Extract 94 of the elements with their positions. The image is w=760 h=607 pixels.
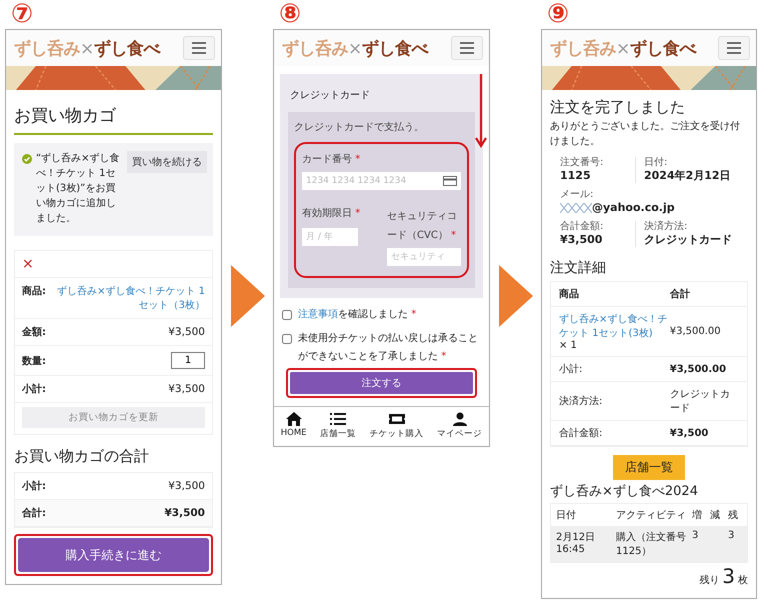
quantity-field[interactable]: 1 xyxy=(171,352,205,369)
column-header: 日付 xyxy=(556,509,577,522)
site-logo: ずし呑み×ずし食べ xyxy=(550,38,696,60)
ticket-title: ずし呑み×ずし食べ2024 xyxy=(550,483,699,501)
detail-label: 合計金額: xyxy=(560,221,604,233)
cvc-field[interactable]: セキュリティ xyxy=(387,248,461,266)
column-header: アクティビティ xyxy=(616,509,687,522)
triangle-arrow-icon xyxy=(230,265,264,327)
detail-value: ¥3,500 xyxy=(560,233,604,247)
place-order-button[interactable]: 注文する xyxy=(290,372,473,394)
table-cell-text: 購入（注文番号1125） xyxy=(616,530,687,558)
row-label: 合計: xyxy=(22,506,46,520)
detail-label: 注文番号: xyxy=(560,157,604,169)
product-link[interactable]: ずし呑み×ずし食べ！チケット 1セット（3枚） xyxy=(52,284,205,312)
list-icon xyxy=(330,412,346,426)
remove-button[interactable]: × xyxy=(22,257,34,271)
row-label: 決済方法: xyxy=(559,394,604,408)
expiry-field[interactable]: 月 / 年 xyxy=(302,228,358,246)
user-icon xyxy=(452,412,468,426)
remaining-count: 残り 3 枚 xyxy=(699,565,748,590)
step-number: ⑨ xyxy=(546,0,570,29)
row-value: ¥3,500 xyxy=(168,383,205,395)
page-title: 注文を完了しました xyxy=(550,97,686,118)
row-label: 合計金額: xyxy=(559,426,604,440)
thanks-message: ありがとうございました。ご注文を受け付けました。 xyxy=(550,120,741,149)
site-logo: ずし呑み×ずし食べ xyxy=(282,38,428,60)
column-header: 商品 xyxy=(559,287,580,301)
table-cell-text: ¥3,500.00 xyxy=(670,364,728,374)
menu-icon xyxy=(726,42,742,54)
menu-button[interactable] xyxy=(718,36,750,60)
product-link[interactable]: ずし呑み×ずし食べ！チケット 1セット(3枚) xyxy=(559,312,670,340)
card-number-field[interactable]: 1234 1234 1234 1234 xyxy=(302,172,461,190)
menu-button[interactable] xyxy=(183,36,215,60)
row-value: ¥3,500 xyxy=(164,507,205,519)
credit-card-icon xyxy=(443,176,457,186)
row-label: 小計: xyxy=(22,382,46,396)
detail-value: 2024年2月12日 xyxy=(644,169,731,183)
table-cell-text: 3 xyxy=(692,530,700,543)
row-label: 商品: xyxy=(22,284,46,298)
row-value: ¥3,500 xyxy=(168,326,205,338)
continue-shopping-button[interactable]: 買い物を続ける xyxy=(127,151,207,173)
check-icon xyxy=(22,154,32,164)
notice-link[interactable]: 注意事項 xyxy=(298,309,338,320)
detail-value: クレジットカード xyxy=(644,233,732,247)
redaction-pattern-icon xyxy=(560,203,592,213)
column-header: 残 xyxy=(728,508,739,522)
nav-item[interactable]: 店舗一覧 xyxy=(320,412,356,440)
expiry-label: 有効期限日 * xyxy=(302,206,362,220)
checkout-button[interactable]: 購入手続きに進む xyxy=(18,538,209,572)
detail-value: 1125 xyxy=(560,169,592,183)
payment-method-tab[interactable]: クレジットカード xyxy=(288,82,475,112)
section-title: 注文詳細 xyxy=(550,259,607,278)
row-value: ¥3,500 xyxy=(168,480,205,492)
table-cell-text: ¥3,500 xyxy=(670,428,710,438)
down-arrow-icon xyxy=(475,74,487,148)
cvc-label: セキュリティコード（CVC） * xyxy=(387,211,457,241)
section-title: お買い物カゴの合計 xyxy=(14,446,150,467)
column-header: 増 xyxy=(692,508,703,522)
detail-label: メール: xyxy=(560,189,594,201)
row-label: 数量: xyxy=(22,354,46,368)
nav-item[interactable]: チケット購入 xyxy=(370,412,424,440)
step-number: ⑧ xyxy=(278,0,302,29)
agreement-checkbox[interactable] xyxy=(282,310,292,320)
menu-button[interactable] xyxy=(451,36,483,60)
card-number-label: カード番号 * xyxy=(302,152,362,166)
triangle-arrow-icon xyxy=(498,265,532,327)
ticket-icon xyxy=(388,412,405,426)
nav-item[interactable]: HOME xyxy=(280,412,307,440)
site-logo: ずし呑み×ずし食べ xyxy=(14,38,160,60)
agreement-checkbox[interactable] xyxy=(282,334,292,344)
nav-item[interactable]: マイページ xyxy=(437,412,482,440)
detail-label: 日付: xyxy=(644,157,668,169)
step-number: ⑦ xyxy=(10,0,34,29)
home-icon xyxy=(286,412,302,426)
shop-list-button[interactable]: 店舗一覧 xyxy=(613,455,685,480)
quantity-text: × 1 xyxy=(559,340,577,351)
page-title: お買い物カゴ xyxy=(14,98,213,135)
agreement-text: 注意事項を確認しました * xyxy=(298,308,416,322)
table-cell-text: クレジットカード xyxy=(670,388,731,415)
menu-icon xyxy=(459,42,475,54)
notice-text: “ずし呑み×ずし食べ！チケット 1セット(3枚)”をお買い物カゴに追加しました。 xyxy=(36,152,121,226)
column-header: 減 xyxy=(710,508,721,522)
table-cell-text: 2月12日 16:45 xyxy=(556,531,596,557)
column-header: 合計 xyxy=(670,288,691,301)
row-label: 小計: xyxy=(559,362,584,376)
row-label: 小計: xyxy=(22,480,46,493)
table-cell-text: 3 xyxy=(728,530,736,543)
payment-description: クレジットカードで支払う。 xyxy=(294,120,425,134)
email-domain: @yahoo.co.jp xyxy=(592,201,675,215)
menu-icon xyxy=(191,42,207,54)
detail-label: 決済方法: xyxy=(644,221,688,233)
agreement-text: 未使用分チケットの払い戻しは承ることができないことを了承しました * xyxy=(298,332,479,364)
row-label: 金額: xyxy=(22,326,46,339)
table-cell-text: ¥3,500.00 xyxy=(670,326,722,337)
